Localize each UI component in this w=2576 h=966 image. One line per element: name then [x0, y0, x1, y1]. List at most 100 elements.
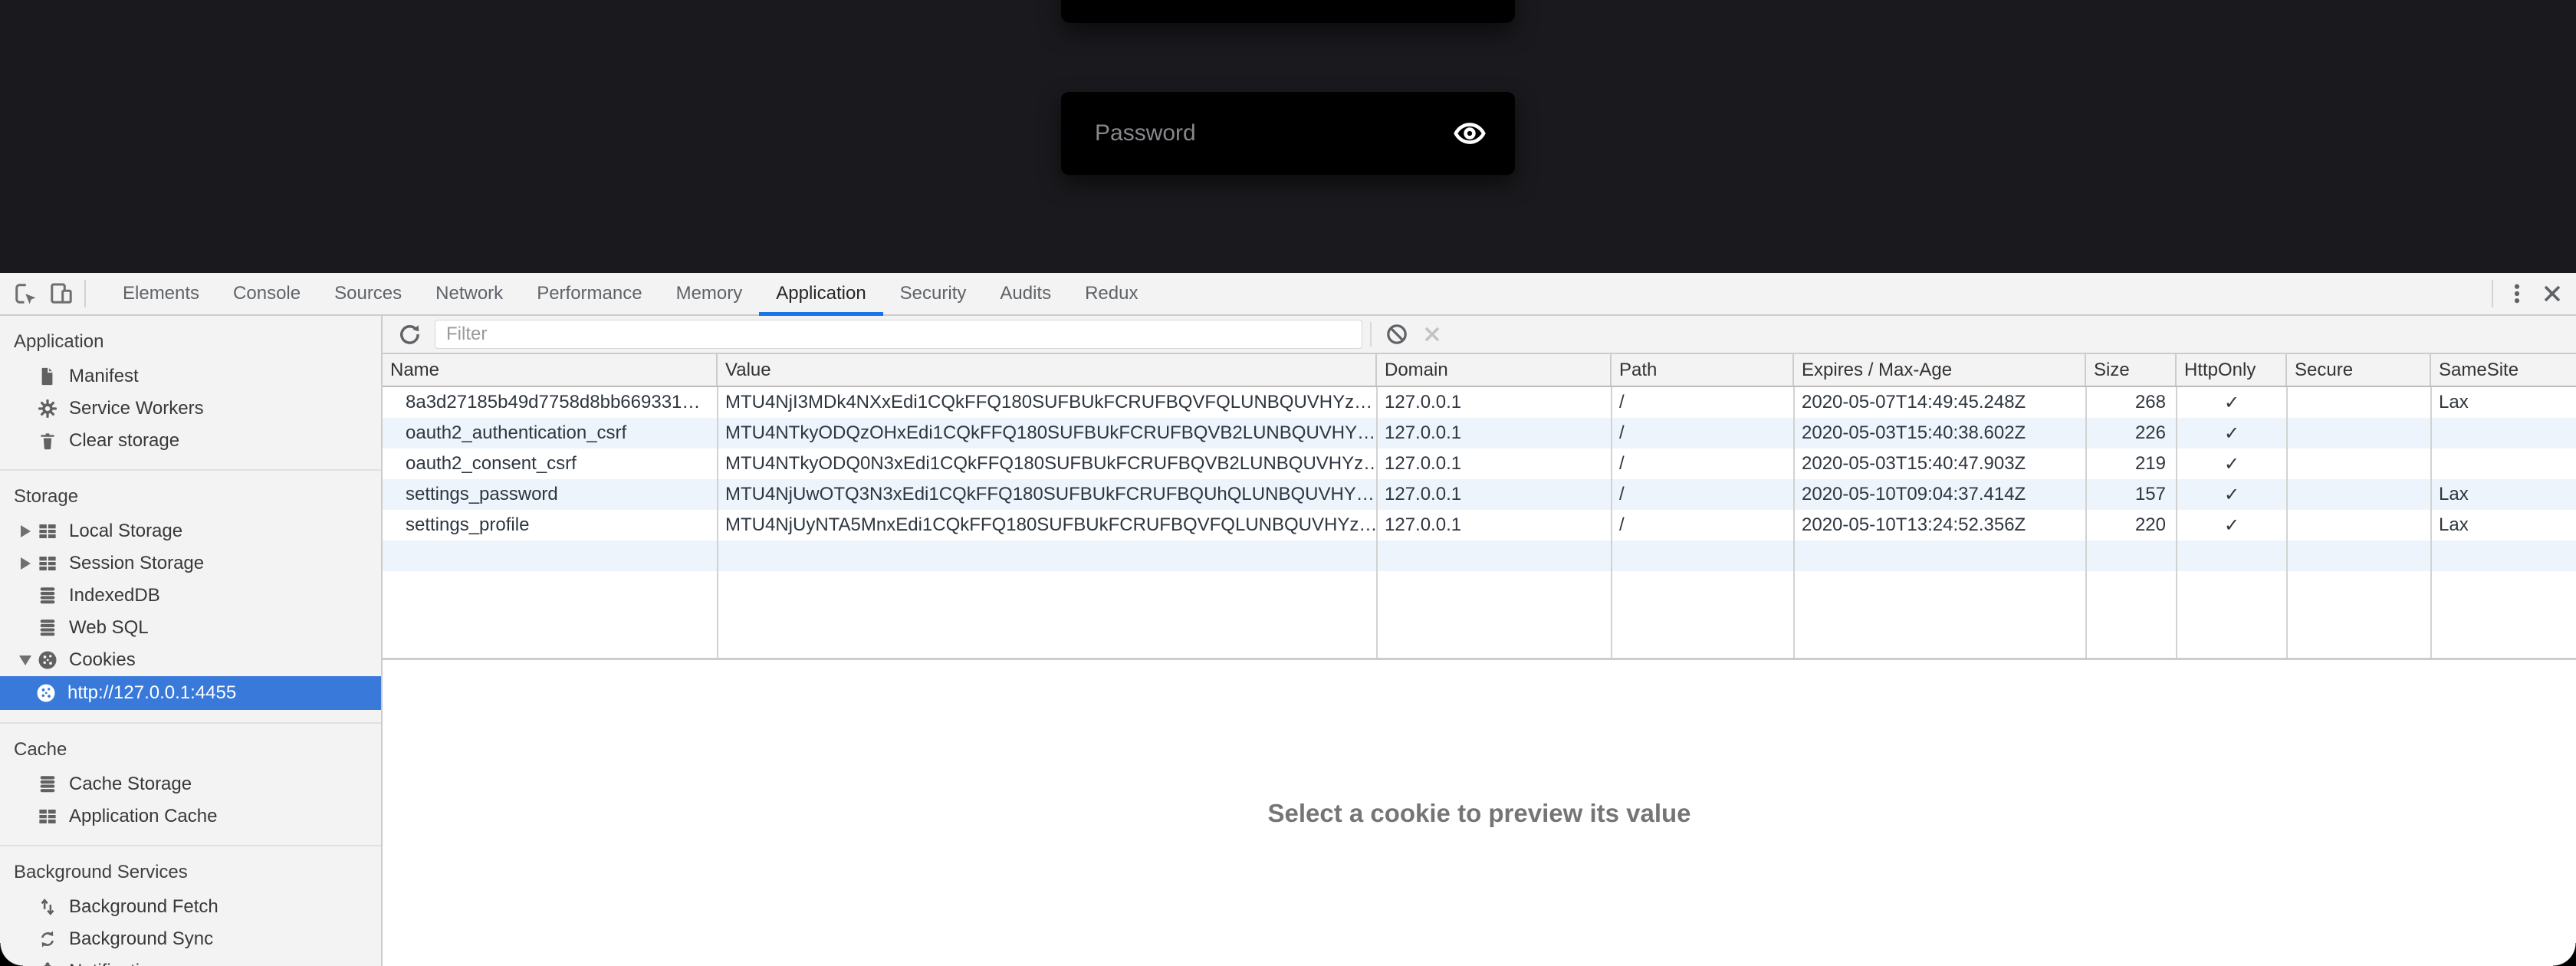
- cookie-row-settings_password[interactable]: settings_passwordMTU4NjUwOTQ3N3xEdi1CQkF…: [383, 479, 2576, 510]
- column-header-size[interactable]: Size: [2086, 354, 2177, 386]
- cell-expires: [1794, 540, 2086, 571]
- cell-value: [718, 540, 1377, 571]
- column-divider[interactable]: [1611, 387, 1612, 658]
- column-header-domain[interactable]: Domain: [1377, 354, 1612, 386]
- sidebar-item-manifest[interactable]: Manifest: [0, 360, 381, 393]
- cell-samesite: Lax: [2431, 479, 2576, 510]
- sidebar-item-clear-storage[interactable]: Clear storage: [0, 425, 381, 457]
- tab-network[interactable]: Network: [419, 273, 520, 314]
- tab-application[interactable]: Application: [759, 273, 882, 314]
- cell-httponly: ✓: [2177, 510, 2287, 540]
- sidebar-section-cache: CacheCache StorageApplication Cache: [0, 722, 381, 845]
- cell-domain: 127.0.0.1: [1377, 510, 1612, 540]
- cell-secure: [2287, 479, 2431, 510]
- device-toolbar-icon[interactable]: [43, 276, 78, 311]
- sidebar-section-storage: StorageLocal StorageSession StorageIndex…: [0, 469, 381, 722]
- cell-name: settings_password: [383, 479, 718, 510]
- password-input[interactable]: [1061, 120, 1454, 147]
- sidebar-item-cookies[interactable]: Cookies: [0, 644, 381, 676]
- text-field-partial[interactable]: [1061, 0, 1515, 23]
- cell-httponly: ✓: [2177, 387, 2287, 418]
- devtools-tabs: ElementsConsoleSourcesNetworkPerformance…: [106, 273, 1155, 314]
- tab-performance[interactable]: Performance: [520, 273, 659, 314]
- empty-row[interactable]: [383, 540, 2576, 571]
- eye-icon[interactable]: [1454, 121, 1486, 146]
- cookie-row-oauth2_consent_csrf[interactable]: oauth2_consent_csrfMTU4NTkyODQ0N3xEdi1CQ…: [383, 449, 2576, 479]
- column-header-path[interactable]: Path: [1612, 354, 1794, 386]
- cell-name: 8a3d27185b49d7758d8bb669331…: [383, 387, 718, 418]
- bell-icon: [35, 959, 60, 966]
- tab-console[interactable]: Console: [216, 273, 317, 314]
- cell-size: 220: [2086, 510, 2177, 540]
- cookie-row-oauth2_authenticatio[interactable]: oauth2_authentication_csrfMTU4NTkyODQzOH…: [383, 418, 2576, 449]
- expander-collapsed-icon[interactable]: [15, 557, 35, 570]
- tab-memory[interactable]: Memory: [659, 273, 760, 314]
- cell-name: [383, 540, 718, 571]
- kebab-menu-icon[interactable]: [2499, 276, 2535, 311]
- sidebar-item-label: http://127.0.0.1:4455: [67, 682, 236, 704]
- cookie-row-8a3d27185b49d7758d8b[interactable]: 8a3d27185b49d7758d8bb669331…MTU4NjI3MDk4…: [383, 387, 2576, 418]
- tab-audits[interactable]: Audits: [983, 273, 1068, 314]
- block-icon[interactable]: [1379, 317, 1414, 352]
- sidebar-item-label: Manifest: [69, 366, 139, 387]
- column-divider[interactable]: [2430, 387, 2432, 658]
- filter-input[interactable]: [435, 320, 1362, 349]
- cookie-table-body: 8a3d27185b49d7758d8bb669331…MTU4NjI3MDk4…: [383, 387, 2576, 658]
- tab-elements[interactable]: Elements: [106, 273, 216, 314]
- column-divider[interactable]: [2286, 387, 2288, 658]
- sidebar-item-notifications[interactable]: Notifications: [0, 955, 381, 966]
- sidebar-item-local-storage[interactable]: Local Storage: [0, 515, 381, 547]
- login-page-background: [0, 0, 2576, 273]
- expander-collapsed-icon[interactable]: [15, 525, 35, 537]
- grid-icon: [35, 804, 60, 829]
- divider: [84, 280, 86, 307]
- sidebar-item-http-127.0.0.1-4455[interactable]: http://127.0.0.1:4455: [0, 676, 381, 710]
- column-header-samesite[interactable]: SameSite: [2431, 354, 2576, 386]
- sidebar-item-label: Cache Storage: [69, 774, 192, 795]
- sidebar-item-application-cache[interactable]: Application Cache: [0, 800, 381, 833]
- tab-sources[interactable]: Sources: [317, 273, 419, 314]
- clear-x-icon[interactable]: [1414, 317, 1450, 352]
- cookie-icon: [35, 648, 60, 672]
- cell-domain: 127.0.0.1: [1377, 418, 1612, 449]
- database-icon: [35, 583, 60, 608]
- close-icon[interactable]: [2535, 276, 2570, 311]
- cell-samesite: Lax: [2431, 510, 2576, 540]
- sidebar-item-label: Web SQL: [69, 617, 149, 639]
- sidebar-item-background-fetch[interactable]: Background Fetch: [0, 891, 381, 923]
- sidebar-item-web-sql[interactable]: Web SQL: [0, 612, 381, 644]
- tab-redux[interactable]: Redux: [1068, 273, 1155, 314]
- cell-httponly: [2177, 540, 2287, 571]
- sidebar-item-service-workers[interactable]: Service Workers: [0, 393, 381, 425]
- column-divider[interactable]: [717, 387, 718, 658]
- cell-name: oauth2_authentication_csrf: [383, 418, 718, 449]
- password-field[interactable]: [1061, 92, 1515, 175]
- cell-expires: 2020-05-10T13:24:52.356Z: [1794, 510, 2086, 540]
- cell-value: MTU4NjUyNTA5MnxEdi1CQkFFQ180SUFBUkFCRUFB…: [718, 510, 1377, 540]
- cell-domain: [1377, 540, 1612, 571]
- sidebar-item-background-sync[interactable]: Background Sync: [0, 923, 381, 955]
- database-icon: [35, 616, 60, 640]
- sidebar-item-label: Notifications: [69, 961, 169, 966]
- column-divider[interactable]: [1376, 387, 1378, 658]
- column-header-value[interactable]: Value: [718, 354, 1377, 386]
- cookie-row-settings_profile[interactable]: settings_profileMTU4NjUyNTA5MnxEdi1CQkFF…: [383, 510, 2576, 540]
- tab-security[interactable]: Security: [883, 273, 984, 314]
- cell-size: 226: [2086, 418, 2177, 449]
- sidebar-item-session-storage[interactable]: Session Storage: [0, 547, 381, 580]
- cell-expires: 2020-05-10T09:04:37.414Z: [1794, 479, 2086, 510]
- column-header-expires-max-age[interactable]: Expires / Max-Age: [1794, 354, 2086, 386]
- inspect-icon[interactable]: [8, 276, 43, 311]
- column-header-name[interactable]: Name: [383, 354, 718, 386]
- column-divider[interactable]: [2085, 387, 2087, 658]
- column-header-secure[interactable]: Secure: [2287, 354, 2431, 386]
- cell-size: 157: [2086, 479, 2177, 510]
- cell-httponly: ✓: [2177, 418, 2287, 449]
- column-header-httponly[interactable]: HttpOnly: [2177, 354, 2287, 386]
- sidebar-item-cache-storage[interactable]: Cache Storage: [0, 768, 381, 800]
- column-divider[interactable]: [2176, 387, 2177, 658]
- refresh-icon[interactable]: [392, 317, 427, 352]
- column-divider[interactable]: [1793, 387, 1795, 658]
- sidebar-item-indexeddb[interactable]: IndexedDB: [0, 580, 381, 612]
- expander-expanded-icon[interactable]: [15, 656, 35, 665]
